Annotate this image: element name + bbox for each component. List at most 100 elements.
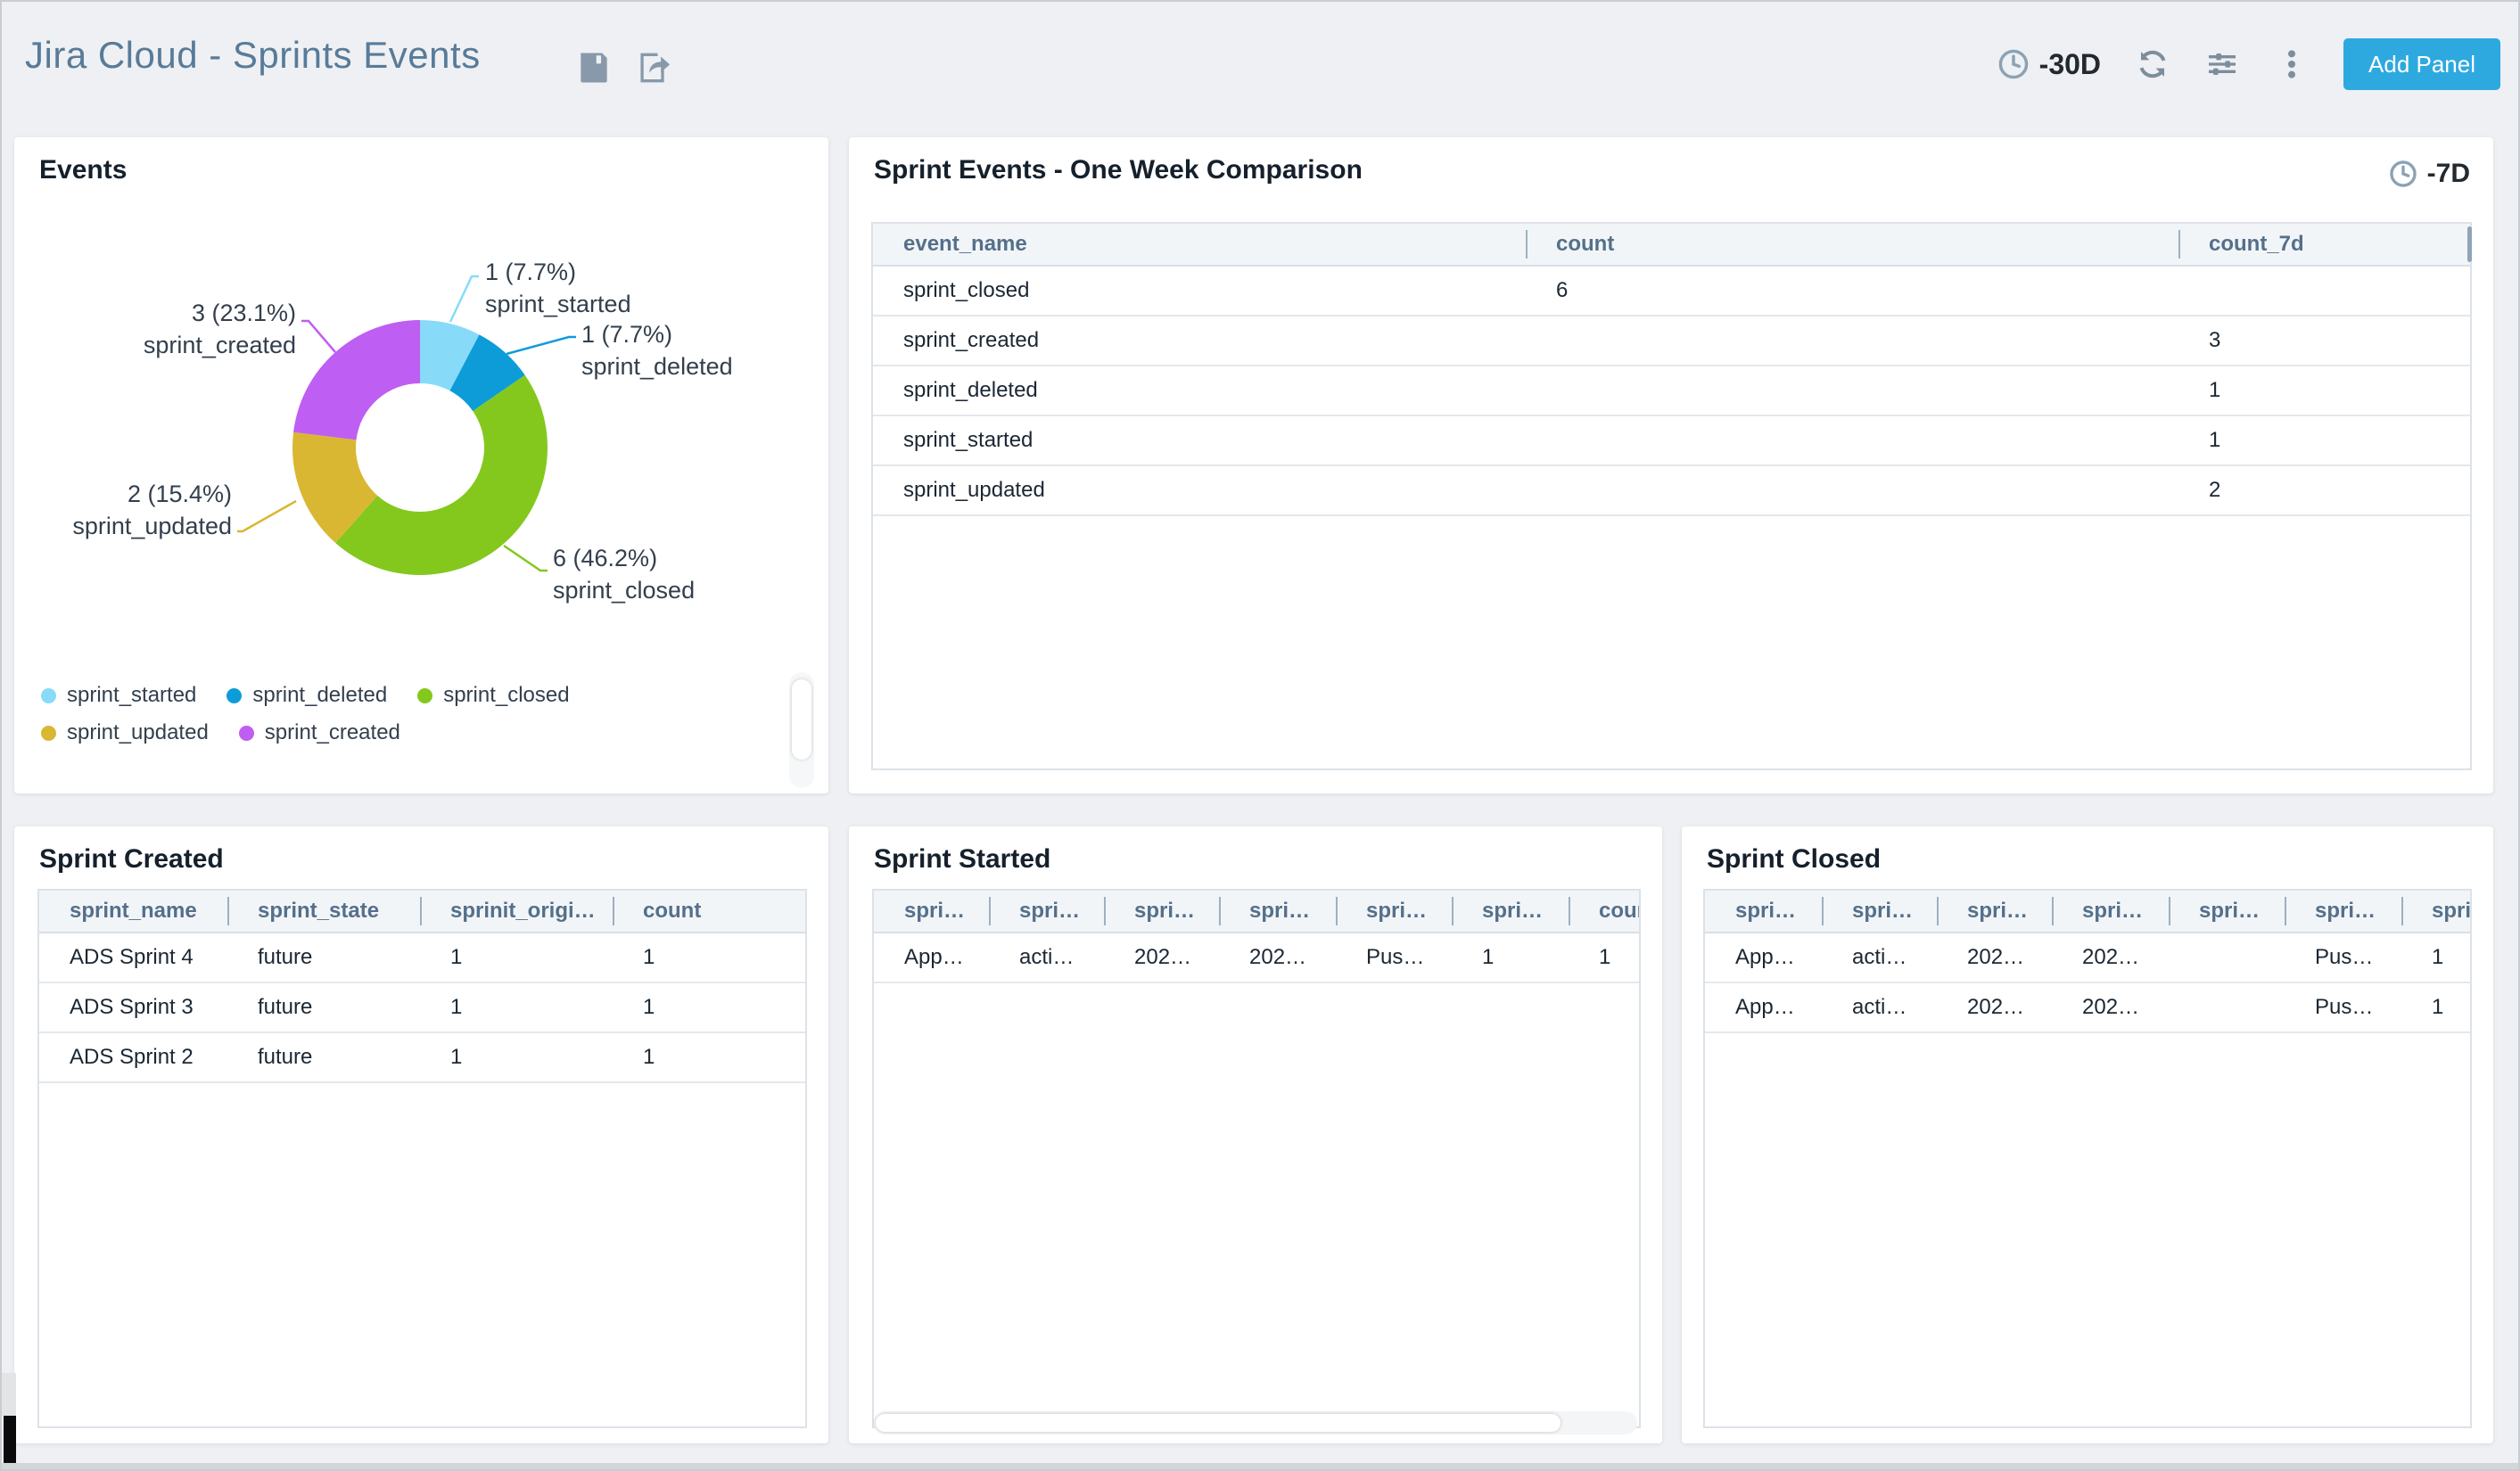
donut-callout-label: sprint_started [485, 291, 631, 317]
table-header-row: event_namecountcount_7d [873, 224, 2470, 267]
column-header[interactable]: spri… [1937, 891, 2052, 932]
column-header[interactable]: spri… [1104, 891, 1219, 932]
legend-item-sprint_created[interactable]: sprint_created [239, 720, 400, 745]
refresh-icon[interactable] [2135, 46, 2170, 82]
column-header[interactable]: spri… [2285, 891, 2401, 932]
dashboard-screen: Jira Cloud - Sprints Events -30D [0, 0, 2520, 1471]
panel-events: Events 1 (7.7%)sprint_started1 (7.7%)spr… [14, 137, 828, 793]
dashboard-time-range[interactable]: -30D [1997, 47, 2101, 81]
legend-item-sprint_closed[interactable]: sprint_closed [417, 683, 569, 708]
column-header[interactable]: spri… [1336, 891, 1452, 932]
chart-legend: sprint_started sprint_deleted sprint_close… [41, 683, 754, 745]
legend-label: sprint_started [67, 683, 196, 708]
table-row[interactable]: App…acti…202…202…Pus…11 [874, 933, 1639, 983]
panel-title: Sprint Events - One Week Comparison [874, 155, 1363, 185]
clock-icon [1997, 47, 2030, 81]
filter-sliders-icon[interactable] [2204, 46, 2240, 82]
table-cell: Pus… [1336, 933, 1452, 982]
column-header[interactable]: sprinit_origi… [420, 891, 613, 932]
column-header[interactable]: count [613, 891, 805, 932]
donut-callout-label: 6 (46.2%) [553, 545, 657, 571]
table-cell: ADS Sprint 3 [39, 983, 227, 1031]
legend-scrollbar-thumb[interactable] [792, 679, 811, 760]
legend-item-sprint_updated[interactable]: sprint_updated [41, 720, 209, 745]
panel-sprint-closed: Sprint Closed spri…spri…spri…spri…spri…s… [1682, 826, 2493, 1443]
table-cell: future [227, 933, 420, 982]
table-cell [2169, 933, 2285, 982]
table-row[interactable]: ADS Sprint 3future11 [39, 983, 805, 1033]
column-header[interactable]: count_7d [2178, 224, 2472, 265]
donut-callout-label: 2 (15.4%) [128, 481, 232, 507]
legend-scrollbar[interactable] [789, 672, 814, 788]
table-cell: sprint_started [873, 416, 1526, 464]
column-header[interactable]: spri… [1705, 891, 1822, 932]
callout-leader-line [301, 321, 335, 352]
column-header[interactable]: spri… [989, 891, 1104, 932]
column-header[interactable]: sprint_name [39, 891, 227, 932]
table-cell: 1 [613, 983, 805, 1031]
donut-slice-sprint_started[interactable] [420, 320, 479, 390]
table-row[interactable]: App…acti…202…202…Pus…1 [1705, 983, 2470, 1033]
table-cell: Pus… [2285, 983, 2401, 1031]
callout-leader-line [237, 501, 296, 531]
table-cell: 1 [613, 1033, 805, 1081]
table-cell: sprint_updated [873, 466, 1526, 514]
donut-slice-sprint_created[interactable] [293, 320, 420, 440]
table-cell: 6 [1526, 267, 2178, 315]
column-header[interactable]: spri… [2401, 891, 2472, 932]
column-header[interactable]: count [1569, 891, 1641, 932]
column-header[interactable]: spri… [1822, 891, 1937, 932]
column-header[interactable]: spri… [1219, 891, 1336, 932]
table-row[interactable]: ADS Sprint 4future11 [39, 933, 805, 983]
left-scrollbar-thumb[interactable] [4, 1416, 16, 1467]
column-header[interactable]: spri… [874, 891, 989, 932]
table-cell: App… [874, 933, 989, 982]
table-cell: future [227, 983, 420, 1031]
table-cell: acti… [1822, 983, 1937, 1031]
table-cell: sprint_created [873, 316, 1526, 365]
table-cell [2169, 983, 2285, 1031]
panel-sprint-events-comparison: Sprint Events - One Week Comparison -7D … [849, 137, 2493, 793]
table-row[interactable]: sprint_created3 [873, 316, 2470, 366]
table-cell: sprint_deleted [873, 366, 1526, 415]
panel-title: Sprint Closed [1707, 844, 1881, 875]
share-icon[interactable] [633, 48, 672, 87]
table-horizontal-scrollbar[interactable] [874, 1411, 1637, 1434]
table-cell: 1 [420, 933, 613, 982]
column-header[interactable]: event_name [873, 224, 1526, 265]
table-cell: 202… [1937, 933, 2052, 982]
table-row[interactable]: sprint_closed6 [873, 267, 2470, 316]
column-header[interactable]: spri… [2052, 891, 2169, 932]
donut-slice-sprint_deleted[interactable] [449, 334, 524, 411]
column-header[interactable]: spri… [2169, 891, 2285, 932]
legend-label: sprint_closed [443, 683, 569, 708]
legend-label: sprint_created [265, 720, 400, 745]
table-cell: App… [1705, 983, 1822, 1031]
donut-slice-sprint_updated[interactable] [292, 432, 377, 543]
table-horizontal-scrollbar-thumb[interactable] [876, 1414, 1561, 1432]
table-cell [1526, 466, 2178, 514]
table-vertical-scrollbar-thumb[interactable] [2467, 226, 2472, 262]
table-cell: acti… [989, 933, 1104, 982]
column-header[interactable]: sprint_state [227, 891, 420, 932]
table-cell: 1 [2401, 933, 2472, 982]
left-scrollbar-track[interactable] [2, 1373, 16, 1416]
legend-color-dot [226, 688, 242, 703]
save-icon[interactable] [574, 48, 614, 87]
table-row[interactable]: sprint_deleted1 [873, 366, 2470, 416]
column-header[interactable]: count [1526, 224, 2178, 265]
donut-callout-label: sprint_closed [553, 577, 695, 604]
column-header[interactable]: spri… [1452, 891, 1569, 932]
legend-item-sprint_started[interactable]: sprint_started [41, 683, 196, 708]
header-toolbar: -30D [1997, 37, 2500, 91]
table-row[interactable]: sprint_updated2 [873, 466, 2470, 516]
kebab-menu-icon[interactable] [2274, 46, 2310, 82]
table-row[interactable]: sprint_started1 [873, 416, 2470, 466]
table-cell: 202… [1104, 933, 1219, 982]
legend-item-sprint_deleted[interactable]: sprint_deleted [226, 683, 387, 708]
donut-slice-sprint_closed[interactable] [335, 375, 548, 575]
add-panel-button[interactable]: Add Panel [2343, 38, 2500, 90]
table-row[interactable]: ADS Sprint 2future11 [39, 1033, 805, 1083]
table-row[interactable]: App…acti…202…202…Pus…1 [1705, 933, 2470, 983]
panel-time-range[interactable]: -7D [2388, 159, 2470, 189]
